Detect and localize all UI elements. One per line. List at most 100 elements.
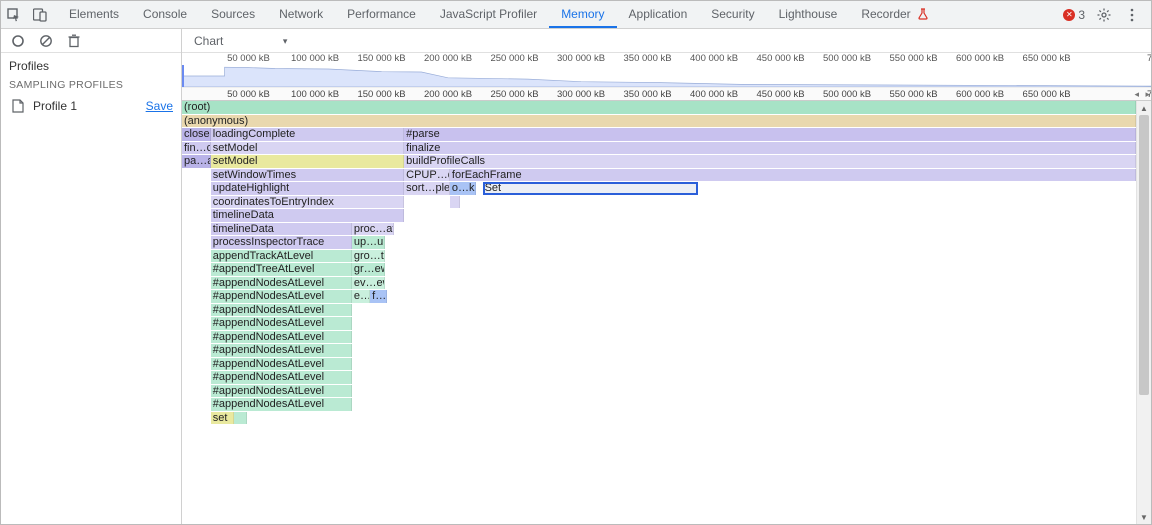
topbar: ElementsConsoleSourcesNetworkPerformance…: [1, 1, 1151, 29]
flame-bar[interactable]: up…up: [352, 236, 385, 249]
tab-application[interactable]: Application: [617, 1, 700, 28]
flame-bar[interactable]: #appendNodesAtLevel: [211, 358, 352, 371]
flame-bar[interactable]: fin…ce: [182, 142, 211, 155]
flame-bar[interactable]: f…r: [370, 290, 387, 303]
flame-bar[interactable]: CPUP…del: [404, 169, 450, 182]
flame-bar[interactable]: gr…ew: [352, 263, 385, 276]
flame-bar[interactable]: forEachFrame: [450, 169, 1136, 182]
flame-row: timelineData: [182, 209, 1151, 223]
tab-performance[interactable]: Performance: [335, 1, 428, 28]
axis-tick: 450 000 kB: [757, 89, 805, 100]
tab-console[interactable]: Console: [131, 1, 199, 28]
view-select[interactable]: Chart: [190, 33, 293, 49]
flame-bar[interactable]: setModel: [211, 142, 404, 155]
sidebar: Profiles SAMPLING PROFILES Profile 1 Sav…: [1, 29, 182, 524]
flame-bar[interactable]: loadingComplete: [211, 128, 404, 141]
flame-bar[interactable]: proc…ata: [352, 223, 394, 236]
flame-bar[interactable]: #appendTreeAtLevel: [211, 263, 352, 276]
axis-tick: 350 000 kB: [624, 53, 672, 64]
flame-bar[interactable]: ev…ew: [352, 277, 385, 290]
flame-bar[interactable]: Set: [483, 182, 699, 195]
flame-bar[interactable]: #appendNodesAtLevel: [211, 317, 352, 330]
gear-icon[interactable]: [1095, 6, 1113, 24]
axis-scroll-right[interactable]: ▸: [1145, 89, 1150, 100]
axis-tick: 400 000 kB: [690, 53, 738, 64]
flame-row: setWindowTimesCPUP…delforEachFrame: [182, 169, 1151, 183]
flame-bar[interactable]: #appendNodesAtLevel: [211, 398, 352, 411]
flame-row: fin…cesetModelfinalize: [182, 142, 1151, 156]
flame-bar[interactable]: gro…ts: [352, 250, 385, 263]
inspect-element-icon[interactable]: [5, 6, 23, 24]
vertical-scrollbar[interactable]: ▲ ▼: [1136, 101, 1151, 524]
scroll-down-icon[interactable]: ▼: [1137, 510, 1151, 524]
tab-elements[interactable]: Elements: [57, 1, 131, 28]
flame-bar[interactable]: #appendNodesAtLevel: [211, 385, 352, 398]
flame-bar[interactable]: buildProfileCalls: [404, 155, 1136, 168]
error-counter[interactable]: ✕ 3: [1063, 8, 1085, 22]
tab-lighthouse[interactable]: Lighthouse: [767, 1, 850, 28]
flame-bar[interactable]: updateHighlight: [211, 182, 404, 195]
delete-icon[interactable]: [65, 32, 83, 50]
flame-row: #appendNodesAtLevelev…ew: [182, 277, 1151, 291]
tab-memory[interactable]: Memory: [549, 1, 616, 28]
flame-bar[interactable]: #appendNodesAtLevel: [211, 344, 352, 357]
flame-bar[interactable]: sort…ples: [404, 182, 450, 195]
scroll-up-icon[interactable]: ▲: [1137, 101, 1151, 115]
overview-svg[interactable]: [182, 65, 1151, 87]
flame-row: updateHighlightsort…pleso…k Set: [182, 182, 1151, 196]
flame-bar[interactable]: timelineData: [211, 209, 404, 222]
flame-bar[interactable]: e…: [352, 290, 370, 303]
scroll-thumb[interactable]: [1139, 115, 1149, 395]
tab-recorder[interactable]: Recorder: [849, 1, 941, 28]
flame-bar[interactable]: coordinatesToEntryIndex: [211, 196, 404, 209]
device-toolbar-icon[interactable]: [31, 6, 49, 24]
bottom-axis: 50 000 kB100 000 kB150 000 kB200 000 kB2…: [182, 87, 1151, 101]
flame-bar[interactable]: set: [211, 412, 235, 425]
flame-bar[interactable]: #appendNodesAtLevel: [211, 331, 352, 344]
content: Chart 50 000 kB100 000 kB150 000 kB200 0…: [182, 29, 1151, 524]
flame-bar[interactable]: o…k: [450, 182, 476, 195]
flame-bar[interactable]: #appendNodesAtLevel: [211, 277, 352, 290]
tab-security[interactable]: Security: [699, 1, 766, 28]
flame-bar[interactable]: finalize: [404, 142, 1136, 155]
top-left-icons: [5, 6, 49, 24]
axis-tick: 100 000 kB: [291, 89, 339, 100]
flame-bar[interactable]: (root): [182, 101, 1136, 114]
flame-bar[interactable]: #parse: [404, 128, 1136, 141]
flame-bar[interactable]: processInspectorTrace: [211, 236, 352, 249]
tab-javascript-profiler[interactable]: JavaScript Profiler: [428, 1, 549, 28]
overview-chart[interactable]: 50 000 kB100 000 kB150 000 kB200 000 kB2…: [182, 53, 1151, 87]
axis-tick: 550 000 kB: [890, 53, 938, 64]
axis-tick: 200 000 kB: [424, 53, 472, 64]
flame-bar[interactable]: #appendNodesAtLevel: [211, 304, 352, 317]
axis-tick: 600 000 kB: [956, 53, 1004, 64]
error-count: 3: [1078, 8, 1085, 22]
profile-item[interactable]: Profile 1 Save: [1, 93, 181, 119]
axis-tick: 150 000 kB: [357, 89, 405, 100]
record-icon[interactable]: [9, 32, 27, 50]
flame-bar[interactable]: #appendNodesAtLevel: [211, 290, 352, 303]
flame-bar[interactable]: [234, 412, 247, 425]
tab-sources[interactable]: Sources: [199, 1, 267, 28]
flame-bar[interactable]: [450, 196, 460, 209]
flame-bar[interactable]: timelineData: [211, 223, 352, 236]
flame-bar[interactable]: close: [182, 128, 211, 141]
flame-bar[interactable]: setWindowTimes: [211, 169, 404, 182]
save-link[interactable]: Save: [146, 99, 173, 113]
flame-bar[interactable]: pa…at: [182, 155, 211, 168]
top-right: ✕ 3: [1063, 6, 1147, 24]
kebab-icon[interactable]: [1123, 6, 1141, 24]
flame-row: #appendNodesAtLevel: [182, 371, 1151, 385]
devtools-app: ElementsConsoleSourcesNetworkPerformance…: [0, 0, 1152, 525]
error-icon: ✕: [1063, 9, 1075, 21]
axis-scroll-left[interactable]: ◂: [1134, 89, 1139, 100]
flame-bar[interactable]: setModel: [211, 155, 404, 168]
flame-chart[interactable]: (root)(anonymous)closeloadingComplete#pa…: [182, 101, 1151, 425]
clear-icon[interactable]: [37, 32, 55, 50]
tab-network[interactable]: Network: [267, 1, 335, 28]
flame-bar[interactable]: #appendNodesAtLevel: [211, 371, 352, 384]
axis-tick: 650 000 kB: [1023, 53, 1071, 64]
flame-row: processInspectorTraceup…up: [182, 236, 1151, 250]
flame-bar[interactable]: (anonymous): [182, 115, 1136, 128]
flame-bar[interactable]: appendTrackAtLevel: [211, 250, 352, 263]
